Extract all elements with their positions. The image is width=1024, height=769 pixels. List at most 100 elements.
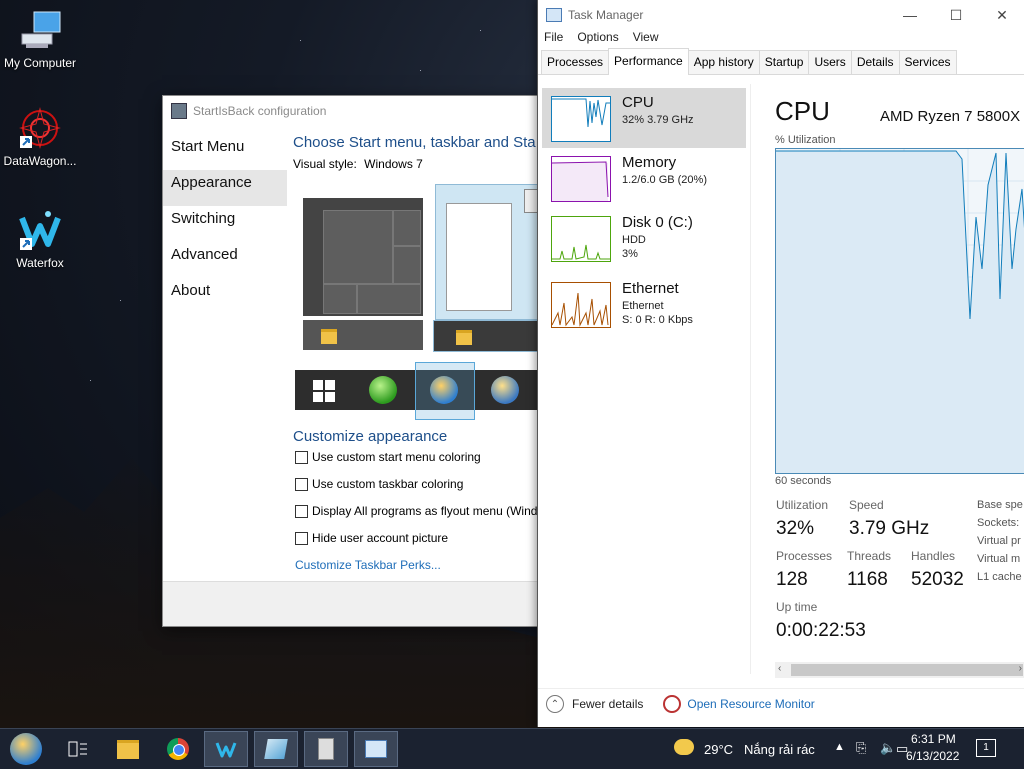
customize-taskbar-perks-link[interactable]: Customize Taskbar Perks... [295, 558, 441, 572]
tab-users[interactable]: Users [808, 50, 852, 74]
menu-file[interactable]: File [544, 30, 563, 50]
checkbox-row[interactable]: Use custom taskbar coloring [295, 477, 463, 491]
scroll-right-icon[interactable]: › [1019, 663, 1022, 674]
computer-icon [18, 8, 62, 52]
processes-value: 128 [776, 569, 808, 590]
horizontal-scrollbar[interactable]: ‹ › [775, 662, 1024, 678]
desktop-icon-label: Waterfox [16, 256, 64, 270]
taskbar-preview-dark[interactable] [303, 320, 423, 350]
task-manager-app-icon [546, 8, 562, 22]
checkbox[interactable] [295, 504, 308, 518]
chevron-up-icon[interactable]: ⌃ [546, 695, 564, 713]
weather-temp[interactable]: 29°C [704, 742, 733, 757]
taskbar-app[interactable] [254, 731, 298, 767]
menu-bar: File Options View [538, 30, 1024, 50]
startisback-window: StartIsBack configuration Start Menu App… [162, 95, 540, 627]
scroll-left-icon[interactable]: ‹ [778, 663, 781, 674]
folder-icon [321, 329, 337, 344]
network-icon[interactable]: ⎘ [856, 740, 866, 756]
tab-performance[interactable]: Performance [608, 48, 689, 75]
checkbox[interactable] [295, 531, 308, 545]
tab-startup[interactable]: Startup [758, 50, 810, 74]
scrollbar-thumb[interactable] [791, 664, 1023, 676]
resource-detail: 1.2/6.0 GB (20%) [622, 174, 707, 186]
resource-memory[interactable]: Memory 1.2/6.0 GB (20%) [542, 148, 746, 208]
cpu-detail-title: CPU [775, 96, 830, 126]
utilization-label: Utilization [776, 498, 829, 512]
task-manager-icon [365, 740, 387, 758]
graph-time-label: 60 seconds [775, 475, 832, 487]
nav-advanced[interactable]: Advanced [163, 242, 287, 278]
checkbox-label: Display All programs as flyout menu (Win… [312, 504, 538, 518]
preview-tile [323, 210, 393, 284]
taskbar-startisback[interactable] [304, 731, 348, 767]
clock-date[interactable]: 6/13/2022 [906, 749, 959, 763]
clock-time[interactable]: 6:31 PM [911, 732, 956, 746]
nav-about[interactable]: About [163, 278, 287, 314]
tab-app-history[interactable]: App history [687, 50, 760, 74]
nav-switching[interactable]: Switching [163, 206, 287, 242]
close-button[interactable]: ✕ [979, 0, 1024, 30]
tab-processes[interactable]: Processes [541, 50, 610, 74]
nav-start-menu[interactable]: Start Menu [163, 134, 287, 170]
windows-orb-icon[interactable] [491, 376, 519, 404]
desktop-icon-my-computer[interactable]: My Computer [0, 8, 80, 70]
menu-view[interactable]: View [633, 30, 659, 50]
taskbar-file-explorer[interactable] [106, 731, 150, 767]
resource-detail: Ethernet [622, 300, 664, 312]
tab-details[interactable]: Details [850, 50, 900, 74]
visual-style-label: Visual style: [293, 157, 357, 171]
style-preview-windows7[interactable] [435, 184, 539, 320]
style-preview-windows10[interactable] [303, 198, 423, 316]
taskbar-chrome[interactable] [156, 731, 200, 767]
checkbox[interactable] [295, 477, 308, 491]
fewer-details-button[interactable]: Fewer details [572, 697, 643, 711]
desktop-icon-datawagon[interactable]: DataWagon... [0, 106, 80, 168]
startisback-titlebar[interactable]: StartIsBack configuration [163, 96, 539, 126]
task-manager-titlebar[interactable]: Task Manager — ☐ ✕ [538, 0, 1024, 30]
virtual-machine-label: Virtual m [977, 553, 1021, 565]
open-resource-monitor-link[interactable]: Open Resource Monitor [687, 697, 814, 711]
resource-ethernet[interactable]: Ethernet Ethernet S: 0 R: 0 Kbps [542, 274, 746, 334]
visual-style-row: Visual style: Windows 7 [293, 157, 539, 171]
menu-options[interactable]: Options [577, 30, 618, 50]
tab-services[interactable]: Services [898, 50, 957, 74]
resource-name: Memory [622, 154, 677, 171]
checkbox-row[interactable]: Use custom start menu coloring [295, 450, 481, 464]
resource-detail: HDD [622, 234, 646, 246]
taskbar-waterfox[interactable] [204, 731, 248, 767]
checkbox-row[interactable]: Hide user account picture [295, 531, 448, 545]
selected-orb-frame[interactable] [415, 362, 475, 420]
memory-thumbnail [551, 156, 611, 202]
checkbox-row[interactable]: Display All programs as flyout menu (Win… [295, 504, 537, 518]
clover-orb-icon[interactable] [369, 376, 397, 404]
notification-count: 1 [983, 742, 989, 753]
task-view-button[interactable] [56, 731, 100, 767]
uptime-label: Up time [776, 600, 818, 614]
checkbox-label: Hide user account picture [312, 531, 449, 545]
folder-icon [117, 739, 139, 759]
task-view-icon [68, 741, 87, 757]
resource-disk[interactable]: Disk 0 (C:) HDD 3% [542, 208, 746, 268]
minimize-button[interactable]: — [887, 0, 933, 30]
preview-tile [393, 246, 421, 284]
window-title: StartIsBack configuration [193, 104, 327, 118]
taskbar-task-manager[interactable] [354, 731, 398, 767]
resource-name: Ethernet [622, 280, 679, 297]
taskbar-preview-selected[interactable] [433, 320, 539, 352]
taskbar: 29°C Nắng rải rác ▲ ⎘ 🔈 ▭ 6:31 PM 6/13/2… [0, 728, 1024, 769]
resource-name: CPU [622, 94, 654, 111]
desktop-icon-waterfox[interactable]: Waterfox [0, 208, 80, 270]
chrome-icon [167, 738, 189, 760]
volume-icon[interactable]: 🔈 [880, 740, 896, 756]
tray-overflow-icon[interactable]: ▲ [834, 741, 845, 753]
start-button[interactable] [4, 731, 48, 767]
notification-icon[interactable]: 1 [976, 739, 996, 757]
weather-icon[interactable] [674, 739, 694, 755]
windows10-logo-icon[interactable] [313, 380, 335, 405]
weather-description[interactable]: Nắng rải rác [744, 742, 815, 757]
nav-appearance[interactable]: Appearance [163, 170, 287, 206]
checkbox[interactable] [295, 450, 308, 464]
resource-cpu[interactable]: CPU 32% 3.79 GHz [542, 88, 746, 148]
maximize-button[interactable]: ☐ [933, 0, 979, 30]
